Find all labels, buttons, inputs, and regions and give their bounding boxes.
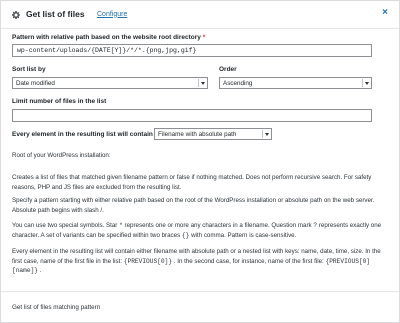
footer-description: Get list of files matching pattern: [12, 304, 101, 311]
order-value: Ascending: [223, 80, 253, 87]
sort-label: Sort list by: [12, 66, 46, 73]
panel-footer: Get list of files matching pattern: [1, 291, 399, 323]
pattern-label: Pattern with relative path based on the …: [12, 34, 206, 41]
panel-title: Get list of files: [26, 9, 85, 19]
sort-select[interactable]: Date modified: [12, 77, 208, 89]
braces-symbol: {}: [181, 231, 190, 239]
previous-code: {PREVIOUS[0]}: [123, 257, 173, 265]
limit-label: Limit number of files in the list: [12, 98, 107, 105]
sort-value: Date modified: [16, 80, 55, 87]
chevron-down-icon: [262, 130, 269, 138]
help-paragraph-2: Specify a pattern starting with either r…: [12, 197, 375, 214]
element-select[interactable]: Filename with absolute path: [154, 128, 272, 140]
chevron-down-icon: [362, 79, 369, 87]
element-label: Every element in the resulting list will…: [12, 131, 153, 138]
limit-input[interactable]: [12, 109, 372, 122]
configure-link[interactable]: Configure: [97, 11, 127, 18]
help-paragraph-1: Creates a list of files that matched giv…: [12, 174, 372, 191]
required-mark: *: [202, 34, 206, 41]
close-icon[interactable]: ×: [382, 8, 388, 18]
order-label: Order: [219, 66, 237, 73]
help-paragraph-3: You can use two special symbols. Star * …: [12, 222, 382, 239]
chevron-down-icon: [198, 79, 205, 87]
question-symbol: ?: [313, 222, 318, 229]
star-symbol: *: [119, 222, 123, 229]
panel-header: Get list of files Configure ×: [1, 1, 399, 29]
help-paragraph-4: Every element in the resulting list will…: [12, 248, 381, 274]
action-panel: Get list of files Configure × Pattern wi…: [0, 0, 400, 323]
gear-icon: [12, 11, 20, 19]
order-select[interactable]: Ascending: [219, 77, 372, 89]
element-value: Filename with absolute path: [158, 131, 237, 138]
pattern-input[interactable]: wp-content/uploads/{DATE[Y]}/*/*.{png,jp…: [12, 44, 372, 57]
root-line: Root of your WordPress installation:: [12, 152, 111, 159]
